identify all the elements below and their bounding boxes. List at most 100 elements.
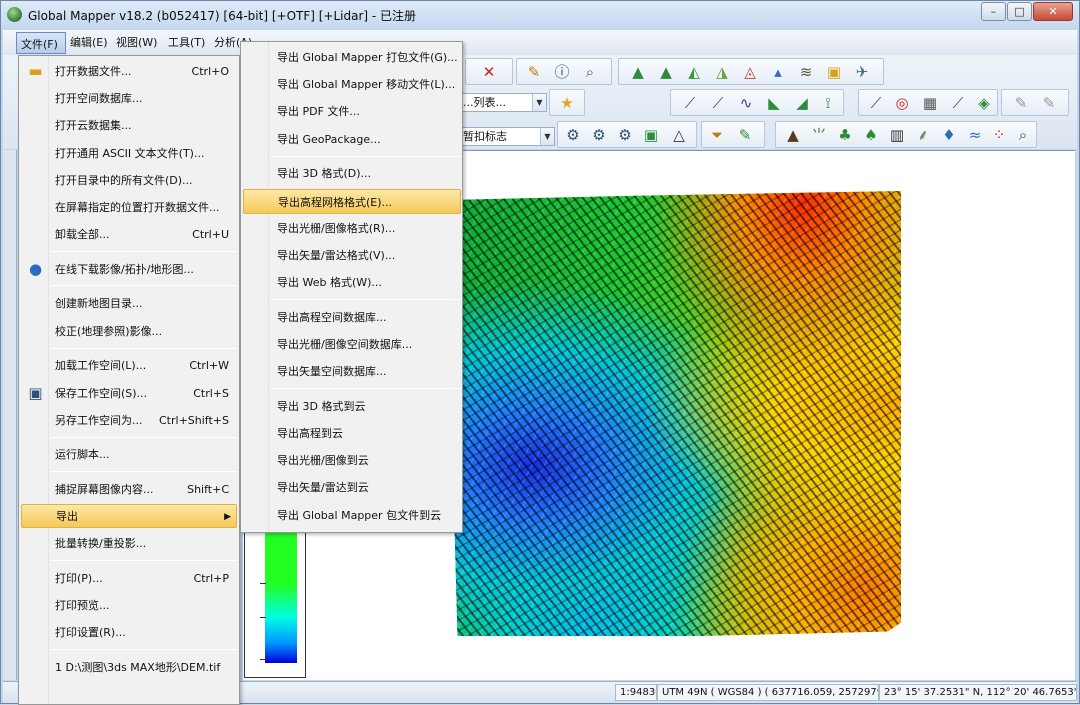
menu-item-open-at-location[interactable]: 在屏幕指定的位置打开数据文件... [21, 196, 237, 220]
submenu-item-export-gm-package[interactable]: 导出 Global Mapper 打包文件(G)... [243, 45, 461, 70]
title-bar[interactable]: Global Mapper v18.2 (b052417) [64-bit] [… [1, 1, 1079, 29]
target-icon[interactable]: ◎ [893, 94, 911, 112]
terrain-slope-icon[interactable]: ◭ [685, 63, 703, 81]
submenu-item-export-gm-mobile[interactable]: 导出 Global Mapper 移动文件(L)... [243, 72, 461, 97]
menu-item-open-spatial-db[interactable]: 打开空间数据库... [21, 87, 237, 111]
menu-item-print[interactable]: 打印(P)... Ctrl+P [21, 567, 237, 591]
info-icon[interactable]: ⓘ [553, 63, 571, 81]
menu-item-open-data-file[interactable]: ▬ 打开数据文件... Ctrl+O [21, 60, 237, 84]
star-icon[interactable]: ★ [558, 94, 576, 112]
terrain-shade-icon[interactable]: ▲ [657, 63, 675, 81]
submenu-item-export-vector-db[interactable]: 导出矢量空间数据库... [243, 359, 461, 384]
search-key-icon[interactable]: ⌕ [1014, 126, 1032, 144]
filter-icon[interactable]: ⏷ [708, 126, 726, 144]
line-tool-icon[interactable]: ⟋ [681, 94, 699, 112]
menu-item-recent-file[interactable]: 1 D:\测图\3ds MAX地形\DEM.tif [21, 656, 237, 680]
point-tool-icon[interactable]: ⟟ [819, 94, 837, 112]
window-title: Global Mapper v18.2 (b052417) [64-bit] [… [28, 9, 417, 23]
menu-tools[interactable]: 工具(T) [168, 34, 205, 50]
menu-item-load-workspace[interactable]: 加载工作空间(L)... Ctrl+W [21, 354, 237, 378]
submenu-item-export-vector[interactable]: 导出矢量/雷达格式(V)... [243, 243, 461, 268]
mountain-icon[interactable]: ▲ [784, 126, 802, 144]
pen-alt-disabled-icon[interactable]: ✎ [1040, 94, 1058, 112]
gear-terrain-icon[interactable]: ⚙ [590, 126, 608, 144]
lidar-edit-icon[interactable]: ◈ [975, 94, 993, 112]
grass-icon[interactable]: ⺌ [810, 126, 828, 144]
bush-icon[interactable]: ♣ [836, 126, 854, 144]
gear-blue-icon[interactable]: ⚙ [616, 126, 634, 144]
ruler-icon[interactable]: ✎ [525, 63, 543, 81]
menu-item-print-setup[interactable]: 打印设置(R)... [21, 621, 237, 645]
delete-icon[interactable]: ✕ [480, 63, 498, 81]
minimize-button[interactable]: – [981, 2, 1006, 21]
search-icon[interactable]: ⌕ [581, 63, 599, 81]
menu-item-capture-screen[interactable]: 捕捉屏幕图像内容... Shift+C [21, 478, 237, 502]
menu-item-print-preview[interactable]: 打印预览... [21, 594, 237, 618]
chevron-down-icon[interactable]: ▼ [532, 94, 546, 111]
marker-combo[interactable]: 暂扣标志 ▼ [459, 127, 555, 146]
menu-item-label: 导出 PDF 文件... [277, 105, 360, 118]
menu-item-create-catalog[interactable]: 创建新地图目录... [21, 292, 237, 316]
menu-item-save-workspace[interactable]: ▣ 保存工作空间(S)... Ctrl+S [21, 382, 237, 406]
gear-icon[interactable]: ⚙ [564, 126, 582, 144]
terrain-profile-icon[interactable]: ≋ [797, 63, 815, 81]
submenu-item-export-geopackage[interactable]: 导出 GeoPackage... [243, 127, 461, 152]
menu-item-save-workspace-as[interactable]: 另存工作空间为... Ctrl+Shift+S [21, 409, 237, 433]
draw-line-icon[interactable]: ⟋ [867, 94, 885, 112]
menu-item-run-script[interactable]: 运行脚本... [21, 443, 237, 467]
menu-item-batch-convert[interactable]: 批量转换/重投影... [21, 532, 237, 556]
map-image-icon[interactable]: ▣ [825, 63, 843, 81]
airplane-icon[interactable]: ✈ [853, 63, 871, 81]
submenu-item-export-raster[interactable]: 导出光栅/图像格式(R)... [243, 216, 461, 241]
menu-edit[interactable]: 编辑(E) [70, 34, 108, 50]
menu-item-open-ascii[interactable]: 打开通用 ASCII 文本文件(T)... [21, 142, 237, 166]
submenu-item-export-raster-db[interactable]: 导出光栅/图像空间数据库... [243, 332, 461, 357]
menu-item-open-cloud[interactable]: 打开云数据集... [21, 114, 237, 138]
terrain-contour-icon[interactable]: ◮ [713, 63, 731, 81]
menu-item-download-online[interactable]: ● 在线下载影像/拓扑/地形图... [21, 258, 237, 282]
grid-icon[interactable]: ▦ [921, 94, 939, 112]
line-edit-icon[interactable]: ⟋ [709, 94, 727, 112]
building-icon[interactable]: ▥ [888, 126, 906, 144]
menu-item-open-directory[interactable]: 打开目录中的所有文件(D)... [21, 169, 237, 193]
path-icon[interactable]: ⟋ [949, 94, 967, 112]
area-tool-icon[interactable]: ◣ [765, 94, 783, 112]
wave-icon[interactable]: ≈ [966, 126, 984, 144]
edit-attr-icon[interactable]: ✎ [736, 126, 754, 144]
menu-item-unload-all[interactable]: 卸载全部... Ctrl+U [21, 223, 237, 247]
menu-item-rectify-image[interactable]: 校正(地理参照)影像... [21, 320, 237, 344]
tree-icon[interactable]: ♠ [862, 126, 880, 144]
palm-icon[interactable]: ⸙ [914, 126, 932, 144]
pen-disabled-icon[interactable]: ✎ [1012, 94, 1030, 112]
control-center-strip[interactable] [3, 150, 17, 680]
submenu-item-export-3d-cloud[interactable]: 导出 3D 格式到云 [243, 394, 461, 419]
menu-view[interactable]: 视图(W) [116, 34, 157, 50]
points-icon[interactable]: ⁘ [990, 126, 1008, 144]
terrain-icon[interactable]: ▲ [629, 63, 647, 81]
menu-item-shortcut: Ctrl+Shift+S [159, 414, 229, 427]
layer-combo[interactable]: ...列表... ▼ [459, 93, 547, 112]
submenu-item-export-web[interactable]: 导出 Web 格式(W)... [243, 270, 461, 295]
submenu-item-export-elevation-db[interactable]: 导出高程空间数据库... [243, 305, 461, 330]
submenu-item-export-vector-cloud[interactable]: 导出矢量/雷达到云 [243, 475, 461, 500]
menu-file[interactable]: 文件(F) [16, 32, 66, 54]
menu-item-export[interactable]: 导出 ▶ [21, 504, 237, 528]
terrain-water-icon[interactable]: ▴ [769, 63, 787, 81]
menu-item-label: 打印(P)... [55, 572, 103, 585]
area-select-icon[interactable]: ▣ [642, 126, 660, 144]
submenu-item-export-pdf[interactable]: 导出 PDF 文件... [243, 99, 461, 124]
submenu-item-export-elevation-grid[interactable]: 导出高程网格格式(E)... [243, 189, 461, 214]
submenu-item-export-raster-cloud[interactable]: 导出光栅/图像到云 [243, 448, 461, 473]
water-drop-icon[interactable]: ♦ [940, 126, 958, 144]
submenu-item-export-package-cloud[interactable]: 导出 Global Mapper 包文件到云 [243, 503, 461, 528]
curve-tool-icon[interactable]: ∿ [737, 94, 755, 112]
submenu-item-export-elevation-cloud[interactable]: 导出高程到云 [243, 421, 461, 446]
close-button[interactable]: ✕ [1033, 2, 1073, 21]
area-edit-icon[interactable]: ◢ [793, 94, 811, 112]
warning-icon[interactable]: △ [670, 126, 688, 144]
chevron-down-icon[interactable]: ▼ [540, 128, 554, 145]
dem-elevation-raster[interactable] [453, 191, 901, 636]
maximize-button[interactable]: □ [1007, 2, 1032, 21]
submenu-item-export-3d[interactable]: 导出 3D 格式(D)... [243, 161, 461, 186]
terrain-color-icon[interactable]: ◬ [741, 63, 759, 81]
